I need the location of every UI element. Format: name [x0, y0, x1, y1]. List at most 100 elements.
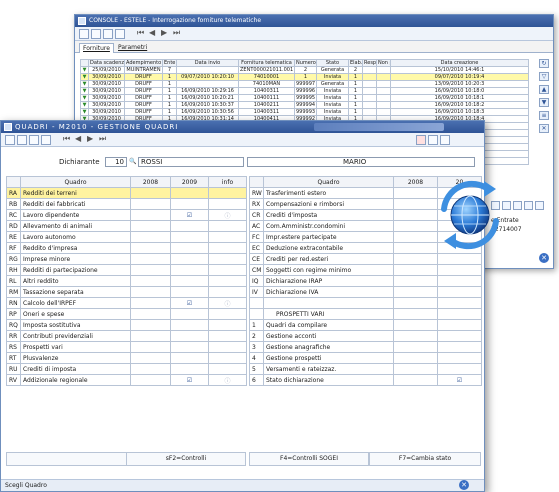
quadri-col-header[interactable] [6, 176, 21, 188]
quadro-row[interactable]: RL Altri reddito [6, 275, 247, 287]
print-icon[interactable] [41, 135, 51, 145]
forniture-col-header[interactable]: Stato [316, 59, 349, 67]
quadro-row[interactable]: RP Oneri e spese [6, 308, 247, 320]
quadri-col-header[interactable] [249, 176, 264, 188]
quadro-row[interactable]: 6 Stato dichiarazione ☑ [249, 374, 482, 386]
dichiarante-code-field[interactable]: 10 [105, 157, 127, 167]
quadro-row[interactable]: 4 Gestione prospetti [249, 352, 482, 364]
forniture-row[interactable]: ▼ 25/09/2010 MUINTRAMEN 7 ZENT000021011.001 2… [80, 66, 529, 74]
first-record-icon[interactable]: ⏮ [63, 134, 70, 144]
quadro-row[interactable]: RC Lavoro dipendente ☑ ⓘ [6, 209, 247, 221]
sort-icon[interactable]: ≡ [539, 111, 549, 120]
quadro-row[interactable]: RV Addizionale regionale ☑ ⓘ [6, 374, 247, 386]
forniture-row[interactable]: ▼ 30/09/2010 DRUFF 1 09/07/2010 10:20:10 7401… [80, 73, 529, 81]
quadro-row[interactable]: RH Redditi di partecipazione [6, 264, 247, 276]
firstname-field[interactable]: MARIO [247, 157, 475, 167]
edit-check-icon[interactable]: ☑ [437, 374, 482, 386]
new-icon[interactable] [79, 29, 89, 39]
info-icon[interactable]: ⓘ [208, 374, 247, 386]
forniture-col-header[interactable]: Data invio [176, 59, 239, 67]
quadro-row[interactable]: RM Tassazione separata [6, 286, 247, 298]
export-icon[interactable] [524, 201, 533, 210]
tab-forniture[interactable]: Forniture [79, 43, 114, 53]
quadro-row[interactable]: CE Crediti per red.esteri [249, 253, 482, 265]
forniture-col-header[interactable]: Ente [162, 59, 177, 67]
info-icon[interactable]: ⓘ [208, 209, 247, 221]
quadro-row[interactable]: RR Contributi previdenziali [6, 330, 247, 342]
filter-icon[interactable]: ▽ [539, 72, 549, 81]
front-close-icon[interactable]: ✕ [459, 480, 469, 490]
delete-icon[interactable] [29, 135, 39, 145]
scroll-up-icon[interactable]: ▲ [539, 85, 549, 94]
prev-record-icon[interactable]: ◀ [75, 134, 81, 143]
edit-check-icon[interactable]: ☑ [170, 374, 209, 386]
forniture-row[interactable]: ▼ 30/09/2010 DRUFF 1 16/09/2010 10:30:37 1040… [80, 101, 529, 109]
exit-icon[interactable] [416, 135, 426, 145]
quadro-row[interactable]: RA Redditi dei terreni [6, 187, 247, 199]
forniture-row[interactable]: ▼ 30/09/2010 DRUFF 1 16/09/2010 10:30:56 1040… [80, 108, 529, 116]
save-icon[interactable] [91, 29, 101, 39]
forniture-col-header[interactable]: Data scadenza [88, 59, 125, 67]
forniture-row[interactable]: ▼ 30/09/2010 DRUFF 1 16/09/2010 10:29:16 1040… [80, 87, 529, 95]
quadro-row[interactable]: PROSPETTI VARI [249, 308, 482, 320]
close-icon[interactable]: ✕ [539, 124, 549, 133]
edit-check-icon[interactable]: ☑ [170, 297, 209, 309]
edit-check-icon[interactable]: ☑ [170, 209, 209, 221]
quadro-row[interactable]: RS Prospetti vari [6, 341, 247, 353]
refresh-icon[interactable]: ↻ [539, 59, 549, 68]
lookup-icon[interactable]: 🔍 [129, 156, 136, 168]
forniture-col-header[interactable]: Resp [362, 59, 377, 67]
forniture-row[interactable]: ▼ 30/09/2010 DRUFF 1 16/09/2010 10:20:21 1040… [80, 94, 529, 102]
forniture-row[interactable]: ▼ 30/09/2010 DRUFF 1 74010MAN 999997 Generata 1… [80, 80, 529, 88]
quadri-col-header[interactable]: 2008 [130, 176, 171, 188]
quadro-row[interactable]: RQ Imposta sostitutiva [6, 319, 247, 331]
forniture-col-header[interactable]: Elab. [348, 59, 363, 67]
last-record-icon[interactable]: ⏭ [99, 134, 106, 144]
forniture-col-header[interactable]: Data creazione [390, 59, 529, 67]
prev-record-icon[interactable]: ◀ [149, 28, 155, 37]
quadro-row[interactable]: RE Lavoro autonomo [6, 231, 247, 243]
forniture-col-header[interactable]: Non p [376, 59, 391, 67]
quadro-row[interactable]: RU Crediti di imposta [6, 363, 247, 375]
forniture-col-header[interactable]: Fornitura telematica [238, 59, 295, 67]
save-icon[interactable] [17, 135, 27, 145]
quadro-row[interactable]: RN Calcolo dell'IRPEF ☑ ⓘ [6, 297, 247, 309]
info-icon[interactable]: ⓘ [208, 297, 247, 309]
quadro-row[interactable]: RF Reddito d'impresa [6, 242, 247, 254]
back-close-icon[interactable]: ✕ [539, 253, 549, 263]
quadro-row[interactable]: 3 Gestione anagrafiche [249, 341, 482, 353]
help-icon[interactable] [428, 135, 438, 145]
quadri-col-header[interactable]: Quadro [20, 176, 131, 188]
forniture-col-header[interactable]: Adempimento [124, 59, 163, 67]
last-record-icon[interactable]: ⏭ [173, 28, 180, 38]
quadro-row[interactable]: RT Plusvalenze [6, 352, 247, 364]
quadro-row[interactable]: 5 Versamenti e rateizzaz. [249, 363, 482, 375]
quadri-col-header[interactable]: Quadro [263, 176, 394, 188]
quadri-titlebar[interactable]: QUADRI - M2010 - GESTIONE QUADRI [1, 121, 484, 133]
new-icon[interactable] [5, 135, 15, 145]
folder-icon[interactable] [535, 201, 544, 210]
forniture-col-header[interactable] [80, 59, 89, 67]
next-record-icon[interactable]: ▶ [87, 134, 93, 143]
print-icon[interactable] [115, 29, 125, 39]
quadro-row[interactable]: IQ Dichiarazione IRAP [249, 275, 482, 287]
quadro-row[interactable]: 2 Gestione acconti [249, 330, 482, 342]
first-record-icon[interactable]: ⏮ [137, 28, 144, 38]
quadro-row[interactable]: CM Soggetti con regime minimo [249, 264, 482, 276]
quadri-col-header[interactable]: 2009 [170, 176, 209, 188]
tab-parametri[interactable]: Parametri [115, 43, 150, 53]
link-icon[interactable] [513, 201, 522, 210]
forniture-col-header[interactable]: Numero [294, 59, 317, 67]
surname-field[interactable]: ROSSI [138, 157, 244, 167]
next-record-icon[interactable]: ▶ [161, 28, 167, 37]
delete-icon[interactable] [103, 29, 113, 39]
quadro-row[interactable]: RG Imprese minore [6, 253, 247, 265]
controlli-sogei-button[interactable]: F4=Controlli SOGEI [249, 452, 369, 466]
quadro-row[interactable]: IV Dichiarazione IVA [249, 286, 482, 298]
scroll-down-icon[interactable]: ▼ [539, 98, 549, 107]
quadro-row[interactable]: RB Redditi dei fabbricati [6, 198, 247, 210]
controlli-button[interactable]: sF2=Controlli [126, 452, 246, 466]
settings-icon[interactable] [440, 135, 450, 145]
quadro-row[interactable]: RD Allevamento di animali [6, 220, 247, 232]
quadro-row[interactable]: 1 Quadri da compilare [249, 319, 482, 331]
